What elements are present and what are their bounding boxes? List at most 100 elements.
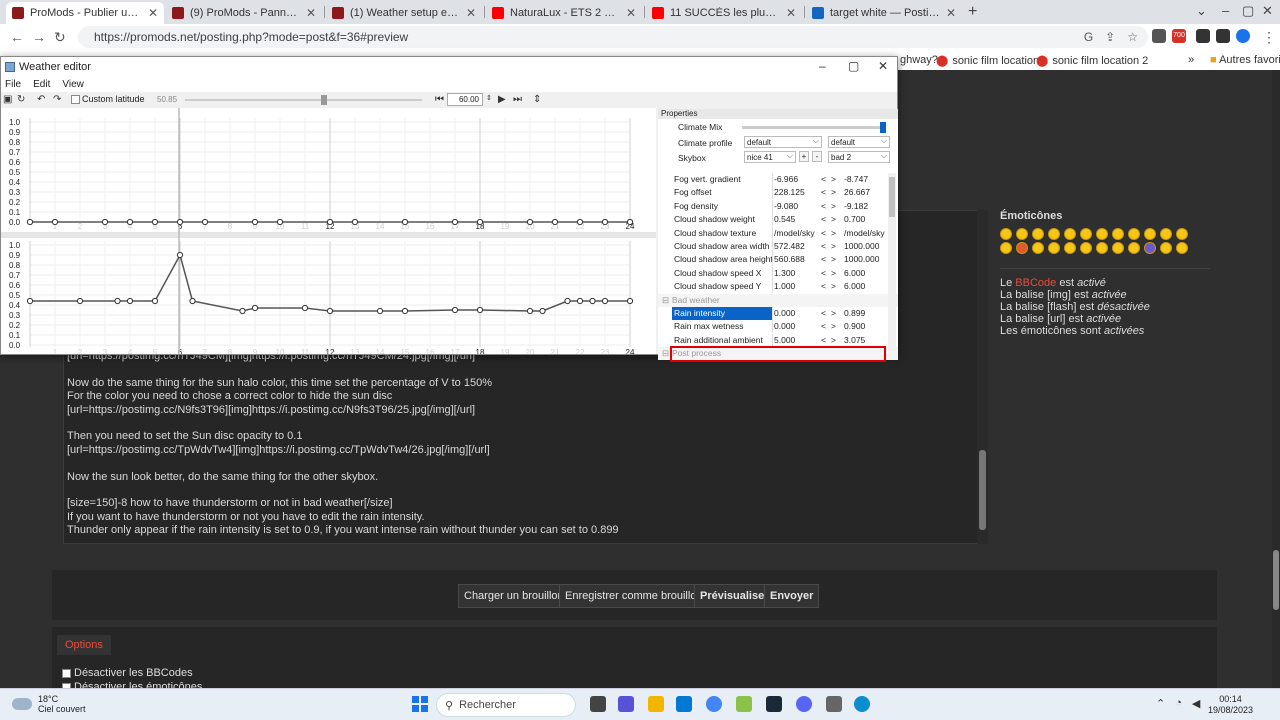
copy-right-button[interactable]: > [831, 307, 836, 320]
value-a-field[interactable]: 1.300 [774, 267, 826, 280]
curve-point[interactable] [376, 307, 384, 315]
chevron-up-icon[interactable]: ⌃ [1156, 697, 1165, 710]
browser-tab[interactable]: 11 SUCCÈS les plus DIFFICILES D ✕ [646, 2, 802, 24]
curve-point[interactable] [451, 218, 459, 226]
chevron-down-icon[interactable]: ⌄ [1196, 3, 1207, 19]
copy-left-button[interactable]: < [821, 253, 826, 266]
bookmark-item[interactable]: ghway? [900, 54, 938, 66]
share-icon[interactable]: ⇪ [1105, 30, 1115, 44]
copy-right-button[interactable]: > [831, 186, 836, 199]
copy-left-button[interactable]: < [821, 307, 826, 320]
steam-icon[interactable] [766, 696, 782, 712]
emoticon-icon[interactable] [1160, 242, 1172, 254]
emoticon-icon[interactable] [1176, 228, 1188, 240]
emoticon-icon[interactable] [1016, 228, 1028, 240]
value-a-field[interactable]: 0.000 [774, 320, 826, 333]
start-button[interactable] [412, 696, 428, 712]
property-section[interactable]: ⊟ Bad weather [658, 293, 898, 307]
property-row[interactable]: Fog vert. gradient -6.966 < > -8.747 [658, 173, 898, 186]
curve-point[interactable] [626, 297, 634, 305]
value-a-field[interactable]: 560.688 [774, 253, 826, 266]
close-tab-icon[interactable]: ✕ [306, 6, 316, 20]
property-row[interactable]: Cloud shadow texture/model/sky < >/model/s… [658, 226, 898, 240]
emoticon-icon[interactable] [1160, 228, 1172, 240]
copy-right-button[interactable]: > [831, 280, 836, 293]
checkbox[interactable] [71, 94, 80, 104]
taskbar-search[interactable]: ⚲ Rechercher [436, 693, 576, 717]
more-bookmarks-icon[interactable]: » [1188, 54, 1194, 66]
copy-right-button[interactable]: > [831, 200, 836, 213]
latitude-slider[interactable] [185, 95, 422, 105]
submit-button[interactable]: Envoyer [764, 584, 820, 608]
skybox-select-b[interactable]: bad 2 [828, 150, 890, 163]
skybox-remove-button[interactable]: - [812, 151, 822, 162]
emoticon-icon[interactable] [1048, 242, 1060, 254]
curve-point[interactable] [601, 297, 609, 305]
textarea-scroll-thumb[interactable] [979, 450, 986, 530]
curve-point[interactable] [564, 297, 571, 305]
chat-icon[interactable] [618, 696, 634, 712]
curve-point[interactable] [476, 306, 484, 314]
curve-point[interactable] [151, 297, 159, 305]
emoticon-icon[interactable] [1128, 228, 1140, 240]
page-scrollbar[interactable] [1272, 70, 1280, 688]
clock[interactable]: 00:14 19/08/2023 [1208, 694, 1253, 716]
emoticon-icon[interactable] [1000, 242, 1012, 254]
skybox-add-button[interactable]: + [799, 151, 809, 162]
curve-point[interactable] [251, 218, 259, 226]
property-row[interactable]: Fog density -9.080 < > -9.182 [658, 199, 898, 213]
extension-badge[interactable]: 700 [1172, 29, 1186, 43]
curve-point[interactable] [551, 218, 559, 226]
copy-left-button[interactable]: < [821, 320, 826, 333]
copy-left-button[interactable]: < [821, 186, 826, 199]
curve-point[interactable] [151, 218, 159, 226]
curve-point[interactable] [401, 218, 409, 226]
discord-icon[interactable] [796, 696, 812, 712]
curve-point[interactable] [176, 218, 184, 226]
redo-icon[interactable]: ↷ [53, 94, 61, 105]
copy-right-button[interactable]: > [831, 173, 836, 186]
options-icon[interactable]: ⇕ [533, 94, 541, 105]
property-row[interactable]: Cloud shadow area width 572.482 < >1000.000 [658, 239, 898, 253]
curve-point[interactable] [626, 218, 634, 226]
property-row[interactable]: Rain intensity 0.000 < >0.899 [658, 306, 898, 321]
curve-point[interactable] [26, 218, 34, 226]
curve-point[interactable] [326, 218, 334, 226]
curve-point[interactable] [351, 218, 359, 226]
emoticon-icon[interactable] [1016, 242, 1028, 254]
copy-left-button[interactable]: < [821, 227, 826, 240]
curve-point[interactable] [126, 297, 134, 305]
checkbox[interactable] [62, 668, 71, 678]
value-a-field[interactable]: -9.080 [774, 200, 826, 213]
disable-bbcode-option[interactable]: Désactiver les BBCodes [62, 667, 193, 679]
paint-icon[interactable] [736, 696, 752, 712]
slider-knob[interactable] [880, 122, 886, 133]
browser-tab[interactable]: target white — Postimages ✕ [806, 2, 962, 24]
emoticon-icon[interactable] [1064, 228, 1076, 240]
value-a-field[interactable]: /model/sky [774, 227, 826, 240]
curve-point[interactable] [239, 307, 246, 315]
url-field[interactable]: https://promods.net/posting.php?mode=pos… [78, 26, 1148, 48]
menu-view[interactable]: View [62, 79, 84, 90]
property-row[interactable]: Fog offset 228.125 < >26.667 [658, 186, 898, 200]
curve-point[interactable] [539, 307, 546, 315]
side-panel-icon[interactable] [1216, 29, 1230, 43]
preview-button[interactable]: Prévisualiser [694, 584, 775, 608]
curve-point[interactable] [451, 306, 459, 314]
section-toggle-icon[interactable]: ⊟ [662, 294, 669, 307]
bookmark-folder[interactable]: ■ Autres favoris [1210, 54, 1280, 66]
close-tab-icon[interactable]: ✕ [148, 6, 158, 20]
curve-point[interactable] [26, 297, 34, 305]
close-tab-icon[interactable]: ✕ [786, 6, 796, 20]
emoticon-icon[interactable] [1000, 228, 1012, 240]
browser-tab[interactable]: (1) Weather setup editor crash [4 ✕ [326, 2, 482, 24]
emoticon-icon[interactable] [1176, 242, 1188, 254]
section-toggle-icon[interactable]: ⊟ [662, 347, 669, 360]
undo-icon[interactable]: ↶ [37, 94, 45, 105]
emoticon-icon[interactable] [1144, 242, 1156, 254]
copy-left-button[interactable]: < [821, 240, 826, 253]
bbcode-link[interactable]: BBCode [1015, 277, 1056, 289]
curve-point[interactable] [526, 307, 534, 315]
properties-scroll-thumb[interactable] [889, 177, 895, 217]
copy-right-button[interactable]: > [831, 227, 836, 240]
